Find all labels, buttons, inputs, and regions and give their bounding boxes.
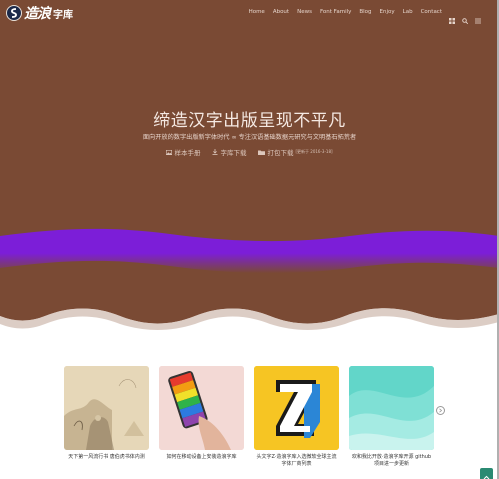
- package-download-label: 打包下载: [267, 149, 294, 157]
- hero-title: 缔造汉字出版呈现不平凡: [153, 111, 346, 131]
- nav-contact[interactable]: Contact: [421, 9, 442, 15]
- post-caption[interactable]: 欢和我比开放·造浪字库开源 github 项目进一步更新: [349, 454, 434, 468]
- back-to-top-button[interactable]: [480, 468, 493, 479]
- nav-enjoy[interactable]: Enjoy: [380, 9, 395, 15]
- font-download-label: 字库下载: [220, 149, 247, 157]
- post-caption[interactable]: 头文字Z·造浪字库入选微软全球主流字体厂商列表: [254, 454, 339, 468]
- purple-wave-stripe: [0, 228, 499, 274]
- logo-brush-text: 造浪: [24, 6, 51, 22]
- nav-news[interactable]: News: [297, 9, 312, 15]
- painting-thumbnail: [64, 366, 149, 450]
- logo-mark-icon: [6, 5, 22, 21]
- download-icon: [212, 149, 218, 155]
- update-note: [更新于 2016-3-18]: [295, 149, 333, 154]
- z-logo-thumbnail: [254, 366, 339, 450]
- post-card[interactable]: 欢和我比开放·造浪字库开源 github 项目进一步更新: [349, 366, 434, 468]
- package-download-link[interactable]: 打包下载 [更新于 2016-3-18]: [258, 147, 333, 157]
- nav-blog[interactable]: Blog: [359, 9, 371, 15]
- post-card[interactable]: 如何在移动设备上安装造浪字库: [159, 366, 244, 468]
- search-icon[interactable]: [462, 9, 469, 25]
- hero-subtitle: 面向开放的数字出版新字体时代 ∞ 专注汉语基础数据元研究与文明基石拓荒者: [142, 134, 357, 141]
- sample-manual-label: 样本手册: [174, 149, 201, 157]
- carousel-next-button[interactable]: [436, 406, 445, 415]
- chevron-right-icon: [439, 408, 443, 413]
- grid-icon[interactable]: [449, 9, 455, 24]
- nav-font-family[interactable]: Font Family: [320, 9, 351, 15]
- nav-about[interactable]: About: [273, 9, 289, 15]
- post-card[interactable]: 头文字Z·造浪字库入选微软全球主流字体厂商列表: [254, 366, 339, 468]
- logo-suffix: 字库: [53, 9, 73, 21]
- phone-thumbnail: [159, 366, 244, 450]
- hero-links: 样本手册 字库下载 打包下载 [更新于 2016-3-18]: [0, 147, 499, 157]
- menu-icon[interactable]: [475, 9, 481, 24]
- teal-waves-thumbnail: [349, 366, 434, 450]
- nav-home[interactable]: Home: [249, 9, 265, 15]
- folder-icon: [258, 150, 266, 155]
- post-carousel: 天下第一风流行书 唐伯虎书体内测 如何在移动设备上安装造浪字库 头文字Z·造浪字…: [64, 366, 434, 468]
- image-icon: [166, 149, 173, 155]
- sample-manual-link[interactable]: 样本手册: [166, 147, 200, 157]
- post-caption[interactable]: 如何在移动设备上安装造浪字库: [159, 454, 244, 461]
- nav-lab[interactable]: Lab: [403, 9, 413, 15]
- wave-divider: [0, 292, 499, 332]
- font-download-link[interactable]: 字库下载: [212, 147, 246, 157]
- site-logo[interactable]: 造浪 字库: [6, 4, 73, 22]
- chevron-up-icon: [483, 475, 490, 479]
- post-caption[interactable]: 天下第一风流行书 唐伯虎书体内测: [64, 454, 149, 461]
- main-nav: Home About News Font Family Blog Enjoy L…: [241, 9, 481, 25]
- post-card[interactable]: 天下第一风流行书 唐伯虎书体内测: [64, 366, 149, 468]
